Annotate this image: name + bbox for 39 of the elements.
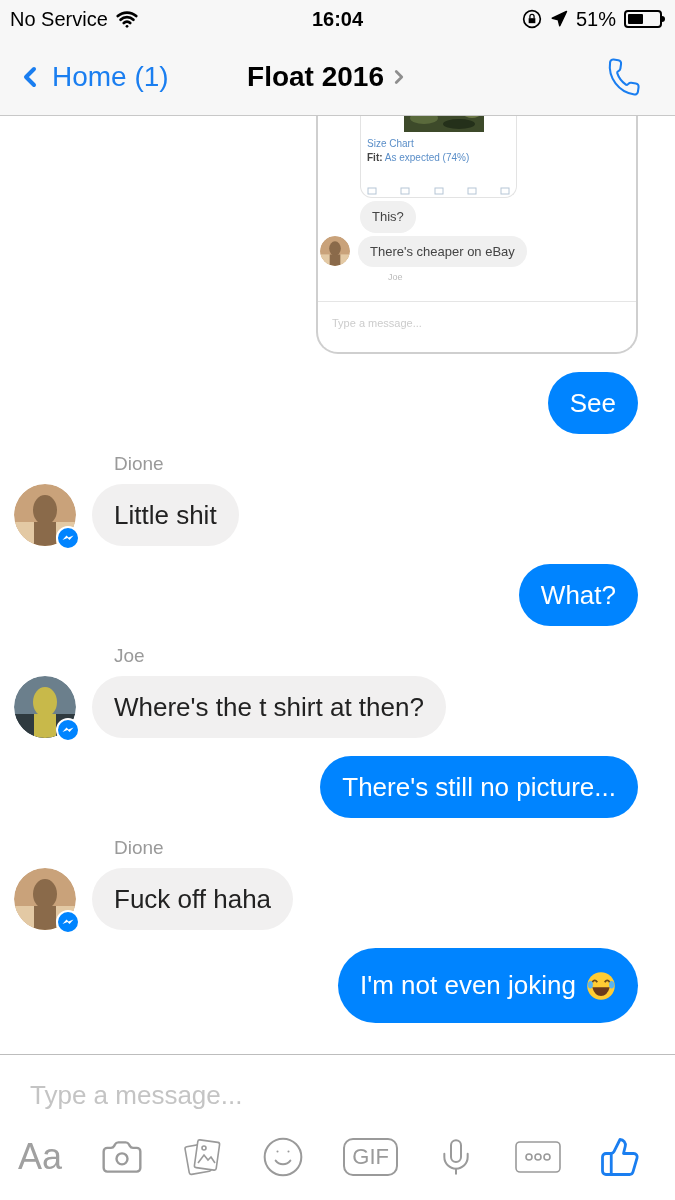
toolbar-icon[interactable] xyxy=(500,187,510,195)
sender-name: Joe xyxy=(114,644,146,668)
toolbar-icon[interactable] xyxy=(400,187,411,195)
toolbar-icon[interactable] xyxy=(367,187,377,195)
more-icon[interactable] xyxy=(514,1141,561,1173)
received-message: Where's the t shirt at then? xyxy=(92,676,446,738)
received-message: Fuck off haha xyxy=(92,868,294,930)
sender-name: Dione xyxy=(114,836,165,860)
messenger-badge-icon xyxy=(56,718,80,742)
message-input[interactable]: Type a message... xyxy=(30,1075,645,1115)
toolbar-icon[interactable] xyxy=(433,187,444,195)
messenger-badge-icon xyxy=(56,526,80,550)
conversation-title[interactable]: Float 2016 xyxy=(247,55,410,98)
gif-button[interactable]: GIF xyxy=(343,1138,398,1176)
fit-text: Fit: As expected (74%) xyxy=(367,152,471,164)
sent-message: What? xyxy=(518,564,638,626)
rotation-lock-icon xyxy=(521,9,542,29)
size-chart-link[interactable]: Size Chart xyxy=(367,138,510,150)
sender-name: Joe xyxy=(388,271,404,284)
battery-percent: 51% xyxy=(575,7,616,32)
battery-icon xyxy=(624,10,665,28)
messenger-badge-icon xyxy=(56,910,80,934)
sender-name: Dione xyxy=(114,452,165,476)
location-arrow-icon xyxy=(549,10,568,28)
wifi-icon xyxy=(115,8,138,30)
message-bubble: This? xyxy=(360,201,416,233)
clock-time: 16:04 xyxy=(311,7,364,32)
back-button[interactable]: Home (1) xyxy=(14,55,169,98)
received-message: Little shit xyxy=(92,484,239,546)
sent-message: I'm not even joking xyxy=(338,948,638,1023)
carrier-text: No Service xyxy=(10,7,108,32)
message-bubble: There's cheaper on eBay xyxy=(358,235,527,267)
photos-icon[interactable] xyxy=(182,1137,223,1177)
sent-message: See xyxy=(547,372,638,434)
text-format-button[interactable]: Aa xyxy=(18,1139,63,1175)
sent-message: There's still no picture... xyxy=(320,756,638,818)
emoji-icon[interactable] xyxy=(261,1135,305,1179)
toolbar-icon[interactable] xyxy=(466,187,477,195)
thumbs-up-icon[interactable] xyxy=(598,1136,641,1178)
